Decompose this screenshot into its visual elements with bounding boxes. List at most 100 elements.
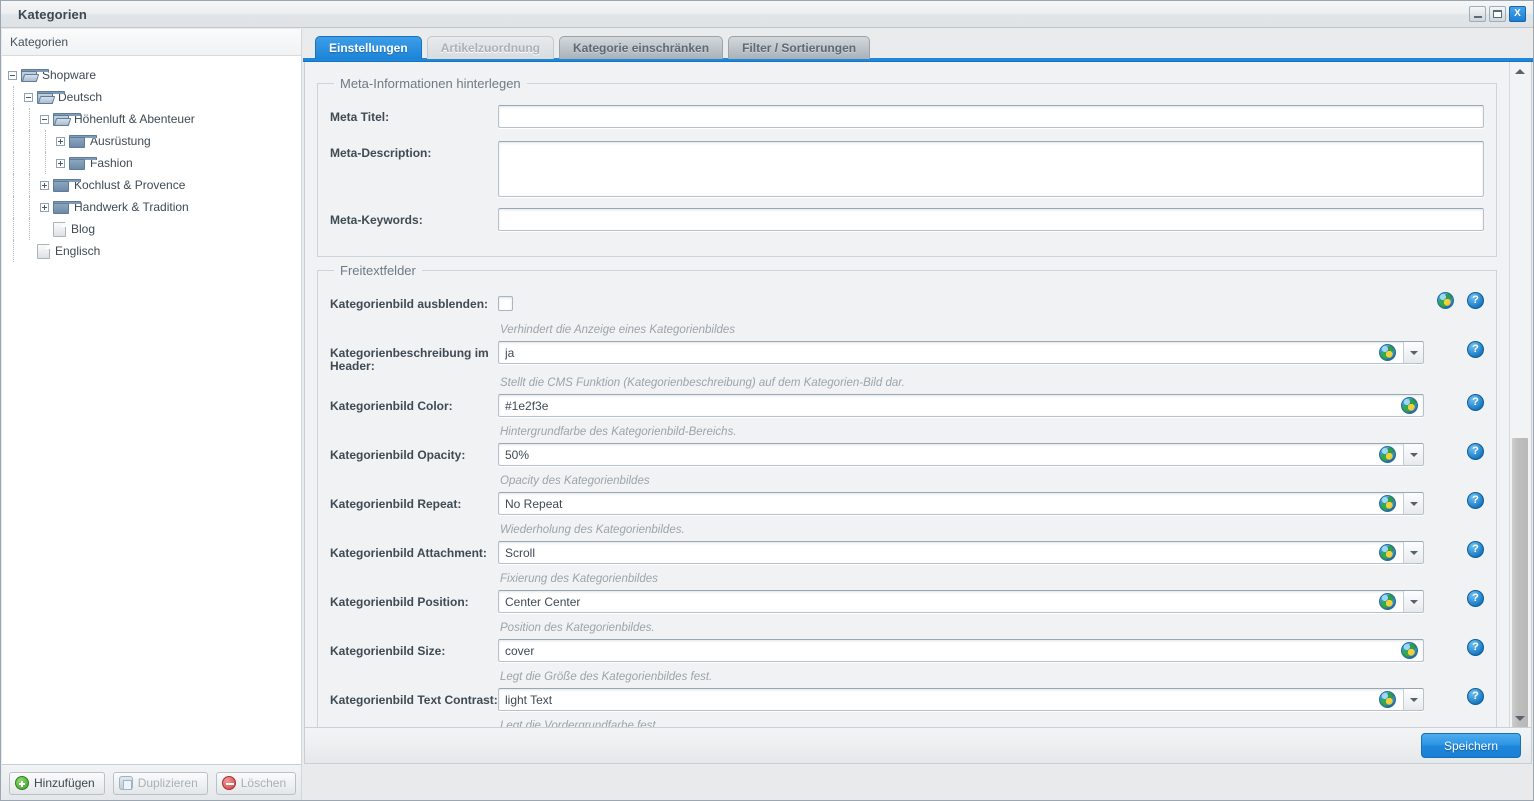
input-kategorienbild-color[interactable] (498, 394, 1424, 417)
globe-icon[interactable] (1379, 544, 1396, 561)
field-wrapper (498, 492, 1424, 515)
tree-node[interactable]: Deutsch (2, 86, 301, 108)
freetext-row: Kategorienbild Opacity:? Opacity des Kate… (330, 443, 1484, 487)
tree-node[interactable]: Handwerk & Tradition (2, 196, 301, 218)
input-kategorienbild-size[interactable] (498, 639, 1424, 662)
scroll-down-arrow-icon[interactable] (1510, 709, 1530, 727)
input-kategorienbild-opacity[interactable] (498, 443, 1424, 466)
help-icon[interactable]: ? (1467, 292, 1484, 309)
field-label: Kategorienbild ausblenden: (330, 297, 489, 311)
form-scroll-content: Meta-Informationen hinterlegen Meta Tite… (305, 62, 1509, 727)
collapse-node-icon[interactable] (24, 92, 33, 102)
freetext-rows: Kategorienbild ausblenden:? Verhindert di… (330, 292, 1484, 727)
duplicate-category-button[interactable]: Duplizieren (112, 771, 208, 795)
tree-node[interactable]: Englisch (2, 240, 301, 262)
help-icon[interactable]: ? (1467, 639, 1484, 656)
chevron-down-icon[interactable] (1403, 493, 1423, 514)
meta-information-legend: Meta-Informationen hinterlegen (340, 76, 521, 91)
field-container: ? (498, 341, 1484, 364)
field-help-text: Opacity des Kategorienbildes (500, 475, 650, 487)
tree-node[interactable]: Blog (2, 218, 301, 240)
chevron-down-icon[interactable] (1403, 542, 1423, 563)
category-tree[interactable]: Shopware Deutsch Höhenluft & Abenteuer Ausr… (2, 56, 301, 763)
scrollbar-thumb[interactable] (1512, 438, 1528, 746)
meta-rows: Meta Titel: Meta-Description: Meta-Keyword… (330, 105, 1484, 236)
field-label: Kategorienbild Opacity: (330, 448, 466, 462)
input-meta-description[interactable] (498, 141, 1484, 197)
field-wrapper (498, 688, 1424, 711)
expand-node-icon[interactable] (56, 136, 65, 146)
globe-icon[interactable] (1379, 344, 1396, 361)
field-label: Kategorienbild Position: (330, 595, 469, 609)
freetext-row: Kategorienbild Position:? Position des Ka… (330, 590, 1484, 634)
field-help-text: Stellt die CMS Funktion (Kategorienbesch… (500, 377, 905, 389)
freetext-row: Kategorienbeschreibung im Header:? Stellt… (330, 341, 1484, 389)
globe-icon[interactable] (1379, 691, 1396, 708)
tree-guide-line (29, 196, 30, 218)
tree-node[interactable]: Ausrüstung (2, 130, 301, 152)
field-wrapper (498, 590, 1424, 613)
chevron-down-icon[interactable] (1403, 342, 1423, 363)
tab-einstellungen[interactable]: Einstellungen (315, 36, 422, 59)
field-container: ? (498, 541, 1484, 564)
globe-icon[interactable] (1379, 593, 1396, 610)
tab-artikelzuordnung[interactable]: Artikelzuordnung (426, 36, 555, 59)
expand-node-icon[interactable] (40, 180, 49, 190)
globe-icon[interactable] (1437, 292, 1454, 309)
freetext-row: Kategorienbild Size:? Legt die Größe des … (330, 639, 1484, 683)
field-container: ? (498, 292, 1484, 311)
collapse-node-icon[interactable] (8, 70, 17, 80)
field-wrapper (498, 541, 1424, 564)
form-row: Kategorienbild Color:? (330, 394, 1484, 422)
globe-icon[interactable] (1379, 446, 1396, 463)
help-icon[interactable]: ? (1467, 492, 1484, 509)
chevron-down-icon[interactable] (1403, 444, 1423, 465)
help-icon[interactable]: ? (1467, 590, 1484, 607)
chevron-down-icon[interactable] (1403, 591, 1423, 612)
globe-icon[interactable] (1401, 642, 1418, 659)
tree-node[interactable]: Fashion (2, 152, 301, 174)
help-icon[interactable]: ? (1467, 443, 1484, 460)
input-kategorienbild-attachment[interactable] (498, 541, 1424, 564)
tree-node[interactable]: Shopware (2, 64, 301, 86)
input-kategorienbild-repeat[interactable] (498, 492, 1424, 515)
input-meta-keywords[interactable] (498, 208, 1484, 231)
input-meta-titel[interactable] (498, 105, 1484, 128)
input-kategorienbeschreibung-im-header[interactable] (498, 341, 1424, 364)
close-button[interactable]: X (1509, 6, 1526, 22)
chevron-down-icon[interactable] (1403, 689, 1423, 710)
tab-kategorie-einschr-nken[interactable]: Kategorie einschränken (559, 36, 724, 59)
form-row: Kategorienbild Size:? (330, 639, 1484, 667)
document-icon (53, 221, 66, 237)
collapse-node-icon[interactable] (40, 114, 49, 124)
maximize-button[interactable] (1489, 6, 1506, 22)
scroll-up-arrow-icon[interactable] (1510, 62, 1530, 80)
field-help-text: Fixierung des Kategorienbildes (500, 573, 658, 585)
tree-node[interactable]: Kochlust & Provence (2, 174, 301, 196)
tab-filter-sortierungen[interactable]: Filter / Sortierungen (728, 36, 871, 59)
add-category-button[interactable]: Hinzufügen (9, 771, 105, 795)
help-icon[interactable]: ? (1467, 394, 1484, 411)
freetext-legend: Freitextfelder (340, 263, 416, 278)
delete-category-button[interactable]: Löschen (215, 771, 297, 795)
form-vertical-scrollbar[interactable] (1509, 62, 1530, 746)
row-trailing-icons: ? (1437, 394, 1484, 411)
minimize-button[interactable] (1469, 6, 1486, 22)
checkbox-kategorienbild-ausblenden[interactable] (498, 296, 513, 311)
input-kategorienbild-text-contrast[interactable] (498, 688, 1424, 711)
tree-guide-line (13, 174, 14, 196)
field-help-text: Legt die Vordergrundfarbe fest. (500, 720, 659, 727)
help-icon[interactable]: ? (1467, 541, 1484, 558)
input-kategorienbild-position[interactable] (498, 590, 1424, 613)
expand-node-icon[interactable] (40, 202, 49, 212)
globe-icon[interactable] (1401, 397, 1418, 414)
tree-node[interactable]: Höhenluft & Abenteuer (2, 108, 301, 130)
field-wrapper (498, 341, 1424, 364)
help-icon[interactable]: ? (1467, 341, 1484, 358)
expand-node-icon[interactable] (56, 158, 65, 168)
freetext-row: Kategorienbild Color:? Hintergrundfarbe d… (330, 394, 1484, 438)
globe-icon[interactable] (1379, 495, 1396, 512)
help-icon[interactable]: ? (1467, 688, 1484, 705)
save-button[interactable]: Speichern (1420, 733, 1521, 758)
